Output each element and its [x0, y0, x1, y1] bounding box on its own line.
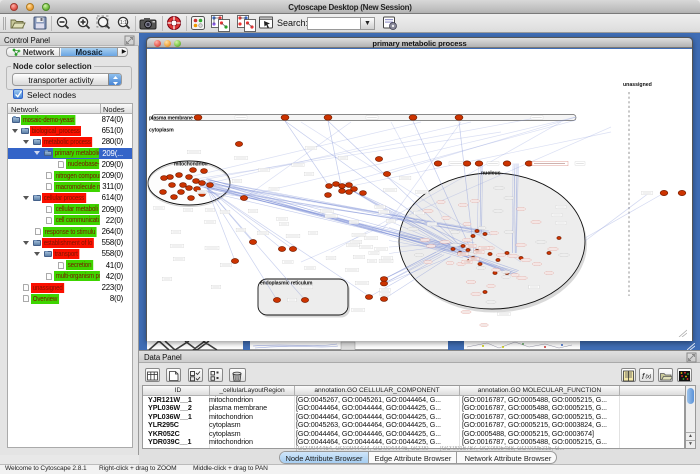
svg-text:1:1: 1:1: [120, 20, 127, 26]
svg-text:plasma membrane: plasma membrane: [149, 116, 193, 122]
svg-text:(x): (x): [646, 374, 652, 380]
svg-text:nucleus: nucleus: [481, 171, 501, 177]
svg-text:cytoplasm: cytoplasm: [149, 128, 174, 134]
svg-text:unassigned: unassigned: [623, 82, 652, 88]
svg-text:mitochondrion: mitochondrion: [174, 162, 208, 168]
